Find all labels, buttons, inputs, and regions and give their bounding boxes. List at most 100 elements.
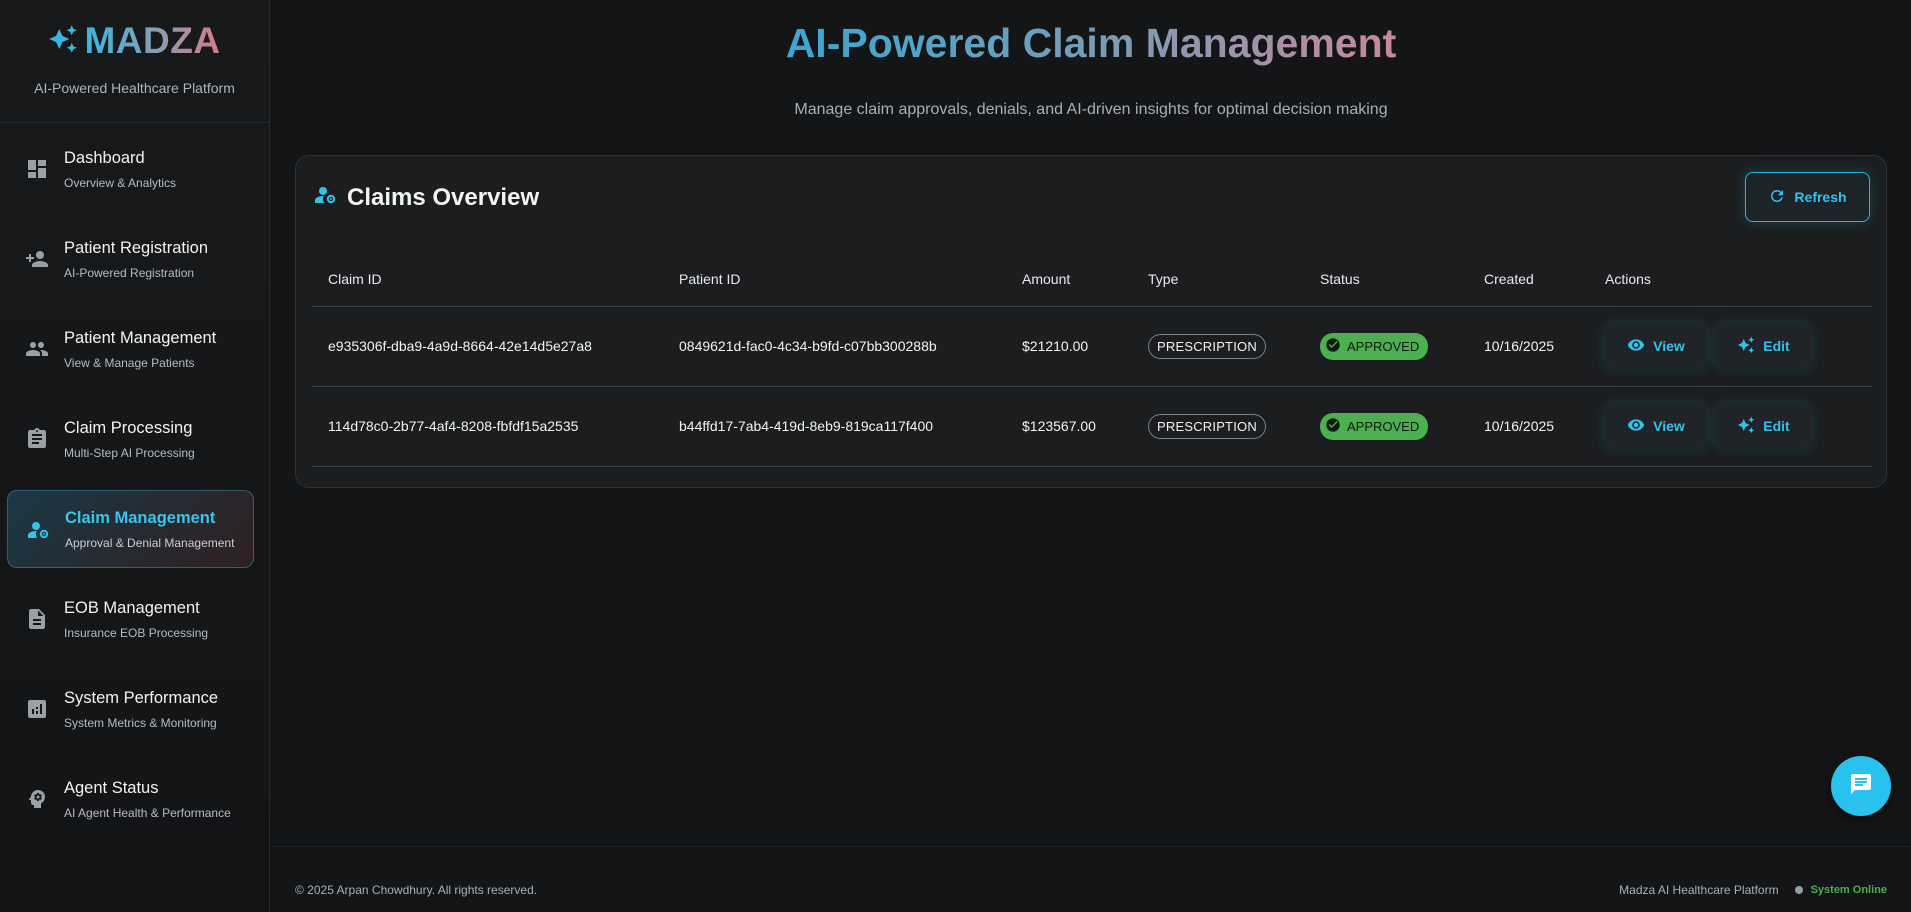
view-button[interactable]: View	[1605, 403, 1707, 449]
clipboard-icon	[25, 427, 49, 451]
psychology-icon	[25, 787, 49, 811]
column-header-amount[interactable]: Amount	[1006, 252, 1132, 307]
column-header-claim-id[interactable]: Claim ID	[312, 252, 663, 307]
refresh-button[interactable]: Refresh	[1745, 172, 1870, 222]
chat-icon	[1849, 772, 1873, 801]
sidebar-item-sublabel: Approval & Denial Management	[65, 535, 235, 550]
view-button[interactable]: View	[1605, 323, 1707, 369]
amount-cell: $123567.00	[1006, 386, 1132, 467]
chat-button[interactable]	[1831, 756, 1891, 816]
sidebar-item-label: Dashboard	[64, 148, 145, 167]
view-label: View	[1653, 418, 1685, 434]
refresh-icon	[1768, 187, 1786, 208]
sparkle-icon	[1737, 416, 1755, 437]
table-row: 114d78c0-2b77-4af4-8208-fbfdf15a2535 b44…	[312, 386, 1872, 467]
sidebar-item-sublabel: Multi-Step AI Processing	[64, 445, 195, 460]
actions-cell: View Edit	[1589, 306, 1872, 387]
sidebar-nav: Dashboard Overview & Analytics Patient R…	[7, 130, 254, 850]
sidebar-item-label: Patient Management	[64, 328, 217, 347]
sidebar-item-claim-processing[interactable]: Claim Processing Multi-Step AI Processin…	[7, 400, 254, 478]
claims-overview-card: Claims Overview Refresh Claim ID Patient…	[295, 155, 1887, 488]
sidebar-item-dashboard[interactable]: Dashboard Overview & Analytics	[7, 130, 254, 208]
sidebar-item-label: Claim Management	[65, 508, 216, 527]
card-header: Claims Overview	[313, 183, 539, 212]
sidebar-item-system-performance[interactable]: System Performance System Metrics & Moni…	[7, 670, 254, 748]
sidebar-item-eob-management[interactable]: EOB Management Insurance EOB Processing	[7, 580, 254, 658]
status-badge: APPROVED	[1320, 412, 1429, 440]
document-icon	[25, 607, 49, 631]
table-row: e935306f-dba9-4a9d-8664-42e14d5e27a8 084…	[312, 306, 1872, 387]
person-add-icon	[25, 247, 49, 271]
claims-table: Claim ID Patient ID Amount Type Status C…	[312, 252, 1872, 467]
amount-cell: $21210.00	[1006, 306, 1132, 387]
main-content: AI-Powered Claim Management Manage claim…	[271, 0, 1911, 912]
actions-cell: View Edit	[1589, 386, 1872, 467]
check-circle-icon	[1325, 337, 1341, 356]
status-cell: APPROVED	[1304, 386, 1468, 467]
sidebar-item-sublabel: System Metrics & Monitoring	[64, 715, 217, 730]
dashboard-icon	[25, 157, 49, 181]
footer-platform: Madza AI Healthcare Platform	[1619, 883, 1779, 897]
brand-tagline: AI-Powered Healthcare Platform	[34, 80, 235, 96]
table-header-row: Claim ID Patient ID Amount Type Status C…	[312, 252, 1872, 307]
created-cell: 10/16/2025	[1468, 386, 1589, 467]
type-chip: PRESCRIPTION	[1148, 413, 1266, 439]
view-label: View	[1653, 338, 1685, 354]
system-status: System Online	[1794, 884, 1887, 896]
column-header-status[interactable]: Status	[1304, 252, 1468, 307]
claim-id-cell: 114d78c0-2b77-4af4-8208-fbfdf15a2535	[312, 386, 663, 467]
eye-icon	[1627, 336, 1645, 357]
edit-label: Edit	[1763, 338, 1790, 354]
people-icon	[25, 337, 49, 361]
type-cell: PRESCRIPTION	[1132, 306, 1304, 387]
sidebar-item-label: Patient Registration	[64, 238, 208, 257]
sidebar-item-agent-status[interactable]: Agent Status AI Agent Health & Performan…	[7, 760, 254, 838]
sidebar: MADZA AI-Powered Healthcare Platform Das…	[0, 0, 270, 912]
sidebar-item-patient-management[interactable]: Patient Management View & Manage Patient…	[7, 310, 254, 388]
sidebar-item-sublabel: Overview & Analytics	[64, 175, 177, 190]
edit-button[interactable]: Edit	[1716, 323, 1811, 369]
sidebar-item-patient-registration[interactable]: Patient Registration AI-Powered Registra…	[7, 220, 254, 298]
system-status-label: System Online	[1810, 884, 1887, 896]
status-badge: APPROVED	[1320, 332, 1429, 360]
page-subtitle: Manage claim approvals, denials, and AI-…	[794, 101, 1388, 118]
status-cell: APPROVED	[1304, 306, 1468, 387]
sidebar-item-sublabel: View & Manage Patients	[64, 355, 195, 370]
sidebar-item-sublabel: AI-Powered Registration	[64, 265, 195, 280]
manage-accounts-icon	[313, 183, 337, 212]
column-header-actions: Actions	[1589, 252, 1872, 307]
column-header-patient-id[interactable]: Patient ID	[663, 252, 1006, 307]
status-dot-icon	[1794, 886, 1803, 894]
refresh-label: Refresh	[1794, 189, 1847, 205]
footer-divider	[271, 846, 1911, 847]
sidebar-item-label: System Performance	[64, 688, 219, 707]
edit-button[interactable]: Edit	[1716, 403, 1811, 449]
created-cell: 10/16/2025	[1468, 306, 1589, 387]
card-title: Claims Overview	[347, 183, 540, 211]
column-header-type[interactable]: Type	[1132, 252, 1304, 307]
check-circle-icon	[1325, 417, 1341, 436]
edit-label: Edit	[1763, 418, 1790, 434]
patient-id-cell: b44ffd17-7ab4-419d-8eb9-819ca117f400	[663, 386, 1006, 467]
claim-id-cell: e935306f-dba9-4a9d-8664-42e14d5e27a8	[312, 306, 663, 387]
manage-accounts-icon	[26, 518, 50, 542]
eye-icon	[1627, 416, 1645, 437]
footer-right: Madza AI Healthcare Platform System Onli…	[1619, 883, 1887, 897]
sidebar-item-sublabel: AI Agent Health & Performance	[64, 805, 231, 820]
sidebar-item-claim-management[interactable]: Claim Management Approval & Denial Manag…	[7, 490, 254, 568]
page-title: AI-Powered Claim Management	[785, 20, 1397, 66]
analytics-icon	[25, 697, 49, 721]
brand-logo-text[interactable]: MADZA	[84, 20, 220, 62]
sidebar-item-sublabel: Insurance EOB Processing	[64, 625, 209, 640]
sparkle-icon	[48, 24, 78, 59]
sidebar-item-label: Claim Processing	[64, 418, 193, 437]
status-label: APPROVED	[1347, 418, 1420, 434]
type-cell: PRESCRIPTION	[1132, 386, 1304, 467]
footer-copyright: © 2025 Arpan Chowdhury. All rights reser…	[295, 883, 538, 897]
sidebar-item-label: EOB Management	[64, 598, 200, 617]
status-label: APPROVED	[1347, 338, 1420, 354]
sparkle-icon	[1737, 336, 1755, 357]
column-header-created[interactable]: Created	[1468, 252, 1589, 307]
brand: MADZA AI-Powered Healthcare Platform	[0, 0, 269, 123]
sidebar-item-label: Agent Status	[64, 778, 159, 797]
